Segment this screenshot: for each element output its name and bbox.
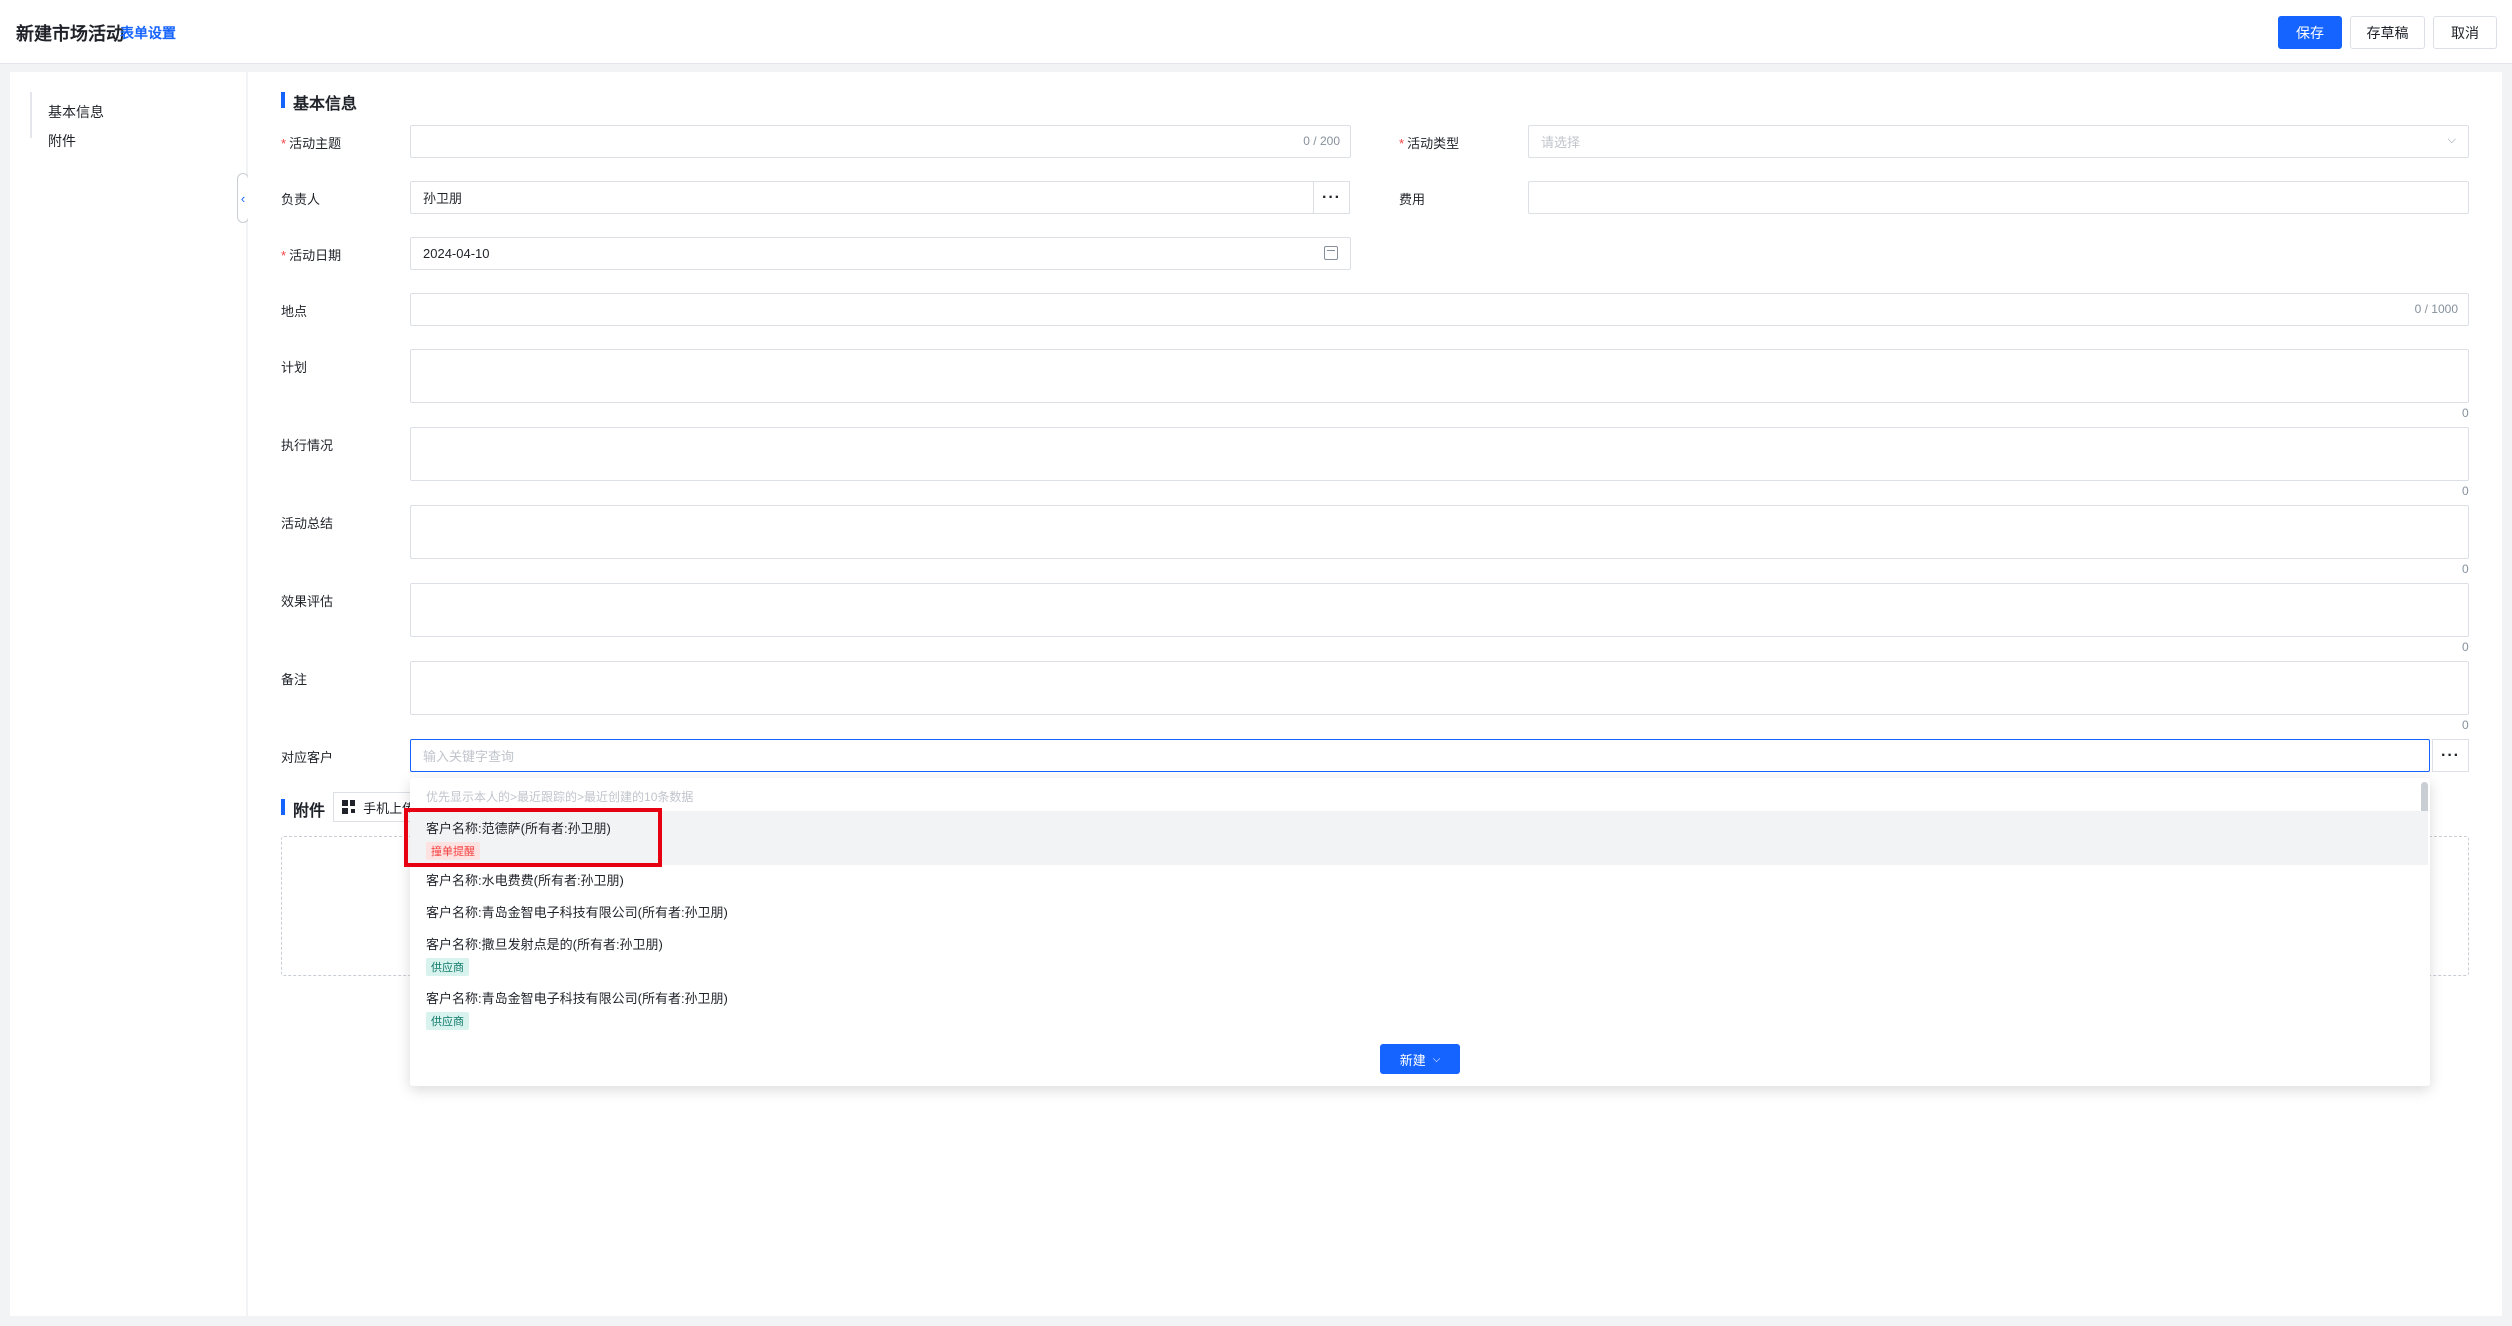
- date-label: * 活动日期: [281, 248, 342, 263]
- qr-code-icon: [342, 800, 356, 814]
- summary-textarea[interactable]: [410, 505, 2469, 559]
- mobile-upload-button[interactable]: 手机上传: [333, 792, 413, 822]
- location-counter: 0 / 1000: [2414, 302, 2458, 316]
- remark-counter: 0: [2462, 718, 2469, 732]
- plan-label: 计划: [281, 360, 308, 375]
- chevron-down-icon: ⌵: [2447, 134, 2456, 146]
- type-label: * 活动类型: [1399, 136, 1460, 151]
- summary-label: 活动总结: [281, 516, 334, 531]
- customer-option-name: 客户名称:撒旦发射点是的(所有者:孙卫朋): [426, 937, 663, 952]
- date-value: 2024-04-10: [423, 246, 490, 261]
- type-select[interactable]: 请选择 ⌵: [1528, 125, 2469, 158]
- date-input[interactable]: 2024-04-10: [410, 237, 1351, 270]
- section-title-basic: 基本信息: [281, 90, 357, 114]
- section-title-attachment: 附件: [281, 797, 325, 821]
- nav-item-attachment[interactable]: 附件: [48, 131, 76, 151]
- customer-option[interactable]: 客户名称:撒旦发射点是的(所有者:孙卫朋) 供应商: [410, 934, 2428, 976]
- cancel-button[interactable]: 取消: [2433, 16, 2497, 49]
- customer-option-name: 客户名称:水电费费(所有者:孙卫朋): [426, 873, 624, 888]
- highlight-annotation: [404, 808, 662, 867]
- topic-counter: 0 / 200: [1303, 134, 1340, 148]
- remark-textarea[interactable]: [410, 661, 2469, 715]
- evaluation-label: 效果评估: [281, 594, 334, 609]
- customer-option[interactable]: 客户名称:水电费费(所有者:孙卫朋): [410, 870, 2428, 889]
- evaluation-textarea[interactable]: [410, 583, 2469, 637]
- customer-option-name: 客户名称:青岛金智电子科技有限公司(所有者:孙卫朋): [426, 991, 728, 1006]
- top-bar: 新建市场活动 表单设置 保存 存草稿 取消: [0, 0, 2512, 64]
- dropdown-hint: 优先显示本人的>最近跟踪的>最近创建的10条数据: [426, 790, 694, 804]
- customer-picker-button[interactable]: ···: [2432, 739, 2469, 772]
- customer-label: 对应客户: [281, 750, 334, 765]
- customer-option[interactable]: 客户名称:范德萨(所有者:孙卫朋) 撞单提醒: [410, 811, 2428, 865]
- section-nav: 基本信息 附件: [10, 72, 246, 1316]
- customer-option[interactable]: 客户名称:青岛金智电子科技有限公司(所有者:孙卫朋): [410, 902, 2428, 921]
- customer-option-name: 客户名称:青岛金智电子科技有限公司(所有者:孙卫朋): [426, 905, 728, 920]
- location-input[interactable]: 0 / 1000: [410, 293, 2469, 326]
- form-settings-link[interactable]: 表单设置: [120, 23, 176, 43]
- type-placeholder: 请选择: [1541, 135, 1581, 150]
- save-draft-button[interactable]: 存草稿: [2350, 16, 2425, 49]
- customer-option[interactable]: 客户名称:青岛金智电子科技有限公司(所有者:孙卫朋) 供应商: [410, 988, 2428, 1030]
- summary-counter: 0: [2462, 562, 2469, 576]
- topic-label: * 活动主题: [281, 136, 342, 151]
- owner-label: 负责人: [281, 192, 321, 207]
- location-label: 地点: [281, 304, 308, 319]
- plan-textarea[interactable]: [410, 349, 2469, 403]
- evaluation-counter: 0: [2462, 640, 2469, 654]
- more-icon: ···: [1322, 188, 1341, 206]
- supplier-badge: 供应商: [426, 958, 469, 976]
- nav-track: [30, 92, 32, 138]
- more-icon: ···: [2441, 746, 2460, 764]
- cost-input[interactable]: [1528, 181, 2469, 214]
- customer-placeholder: 输入关键字查询: [423, 749, 515, 764]
- required-mark: *: [281, 136, 287, 151]
- calendar-icon: [1324, 246, 1338, 260]
- plan-counter: 0: [2462, 406, 2469, 420]
- save-button[interactable]: 保存: [2278, 16, 2342, 49]
- customer-option-name: 客户名称:范德萨(所有者:孙卫朋): [426, 821, 611, 836]
- required-mark: *: [1399, 136, 1405, 151]
- cost-label: 费用: [1399, 192, 1426, 207]
- new-customer-button[interactable]: 新建 ⌵: [1380, 1044, 1460, 1074]
- owner-input[interactable]: 孙卫朋: [410, 181, 1314, 214]
- customer-search-input[interactable]: 输入关键字查询: [410, 739, 2430, 772]
- new-customer-label: 新建: [1399, 1052, 1426, 1068]
- chevron-left-icon: ‹: [240, 190, 246, 206]
- chevron-down-icon: ⌵: [1432, 1053, 1441, 1065]
- nav-item-basic-info[interactable]: 基本信息: [48, 102, 104, 122]
- required-mark: *: [281, 248, 287, 263]
- topic-input[interactable]: 0 / 200: [410, 125, 1351, 158]
- supplier-badge: 供应商: [426, 1012, 469, 1030]
- execution-counter: 0: [2462, 484, 2469, 498]
- customer-dropdown: 优先显示本人的>最近跟踪的>最近创建的10条数据 客户名称:范德萨(所有者:孙卫…: [410, 778, 2430, 1086]
- execution-label: 执行情况: [281, 438, 334, 453]
- execution-textarea[interactable]: [410, 427, 2469, 481]
- owner-value: 孙卫朋: [423, 191, 463, 206]
- page-title: 新建市场活动: [16, 24, 124, 44]
- remark-label: 备注: [281, 672, 308, 687]
- owner-picker-button[interactable]: ···: [1313, 181, 1350, 214]
